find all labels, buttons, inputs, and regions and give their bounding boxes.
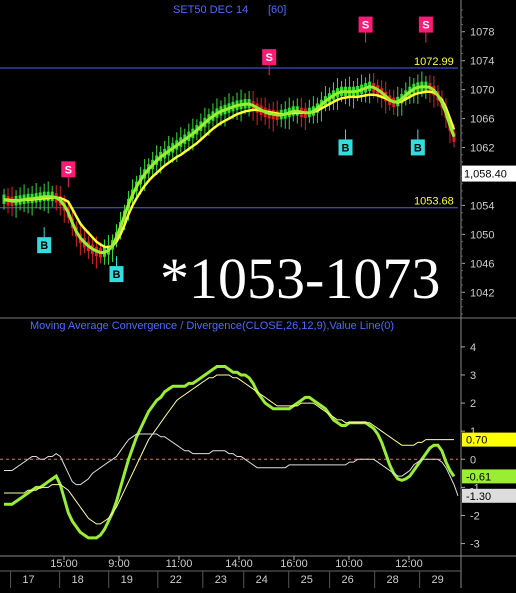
macd-axis-tick-label: 4 (470, 342, 476, 354)
date-axis-label: 24 (256, 574, 268, 586)
date-axis-label: 25 (301, 574, 313, 586)
macd-axis-tick-label: 3 (470, 370, 476, 382)
date-axis-label: 17 (22, 574, 34, 586)
time-axis-label: 11:00 (166, 558, 193, 570)
price-axis-tick-label: 1066 (470, 114, 494, 126)
macd-value-label: -0.61 (466, 471, 491, 483)
price-axis-tick-label: 1074 (470, 56, 494, 68)
signal-label: S (362, 20, 369, 32)
macd-axis-tick-label: -3 (470, 539, 480, 551)
reference-line-label: 1053.68 (414, 196, 454, 208)
signal-label: B (414, 142, 422, 154)
signal-label: S (65, 164, 72, 176)
signal-label: S (266, 52, 273, 64)
macd-value-label: 0.70 (466, 435, 487, 447)
time-axis-label: 15:00 (50, 558, 78, 570)
time-axis-label: 12:00 (395, 558, 423, 570)
time-axis-label: 16:00 (280, 558, 308, 570)
date-axis-label: 28 (387, 574, 399, 586)
price-axis-tick-label: 1078 (470, 27, 494, 39)
chart-svg: SET50 DEC 14 [60] Moving Average Converg… (0, 0, 516, 588)
price-chart-title: SET50 DEC 14 (173, 4, 248, 16)
chart-window: SET50 DEC 14 [60] Moving Average Converg… (0, 0, 516, 588)
price-axis-tick-label: 1070 (470, 85, 494, 97)
date-axis-label: 19 (121, 574, 133, 586)
time-axis-label: 9:00 (108, 558, 129, 570)
date-axis-label: 29 (432, 574, 444, 586)
price-axis-tick-label: 1046 (470, 258, 494, 270)
price-axis-tick-label: 1062 (470, 143, 494, 155)
date-axis-label: 23 (215, 574, 227, 586)
price-axis-tick-label: 1054 (470, 200, 494, 212)
macd-value-label: -1.30 (466, 491, 491, 503)
signal-label: B (40, 240, 48, 252)
price-axis-tick-label: 1042 (470, 287, 494, 299)
macd-title: Moving Average Convergence / Divergence(… (30, 320, 394, 332)
price-chart-interval: [60] (268, 4, 286, 16)
last-price-label: 1,058.40 (464, 169, 507, 181)
reference-line-label: 1072.99 (414, 56, 454, 68)
signal-label: B (342, 142, 350, 154)
date-axis-label: 26 (342, 574, 354, 586)
time-axis-label: 14:00 (225, 558, 253, 570)
macd-axis-tick-label: -2 (470, 510, 480, 522)
date-axis-label: 18 (72, 574, 84, 586)
range-annotation: *1053-1073 (160, 246, 440, 311)
macd-axis-tick-label: 0 (470, 454, 476, 466)
signal-label: B (113, 269, 121, 281)
macd-axis-tick-label: 2 (470, 398, 476, 410)
signal-label: S (422, 20, 429, 32)
price-axis-tick-label: 1050 (470, 229, 494, 241)
date-axis-label: 22 (170, 574, 182, 586)
time-axis-label: 10:00 (335, 558, 363, 570)
